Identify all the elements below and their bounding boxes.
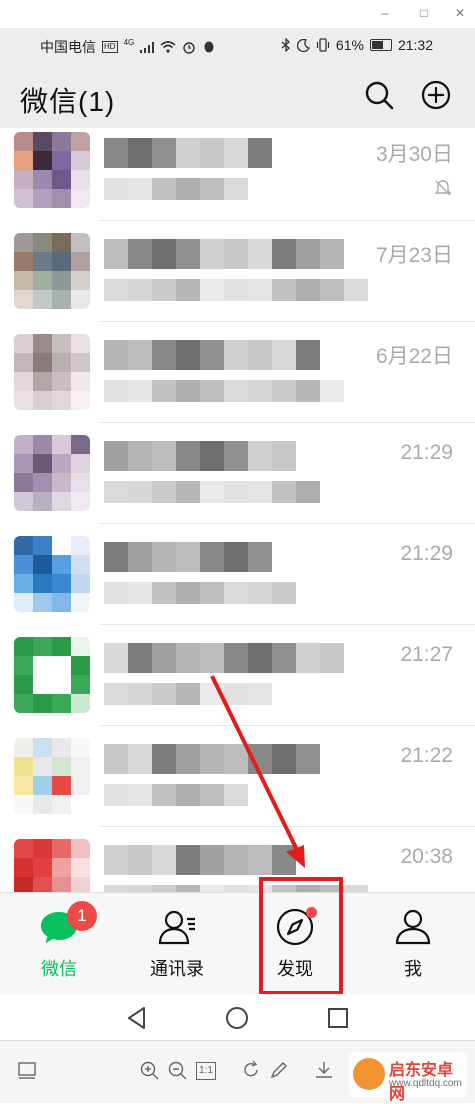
chat-avatar [14,435,90,511]
tab-label-contacts: 通讯录 [150,959,204,979]
chat-name-redacted [104,138,272,168]
bluetooth-icon [281,38,290,52]
chat-time: 21:29 [400,542,453,565]
chat-preview-redacted [104,784,248,806]
battery-percent: 61% [335,37,364,53]
site-watermark: 启东安卓网 www.qdltdq.com [349,1052,467,1103]
tab-label-chats: 微信 [41,959,77,979]
minimize-button[interactable]: – [375,4,395,22]
chat-avatar [14,839,90,892]
chat-avatar [14,738,90,814]
chat-avatar [14,637,90,713]
unread-badge: 1 [67,901,97,931]
page-title: 微信(1) [20,86,116,117]
actual-size-button[interactable]: 1:1 [196,1062,216,1080]
tab-label-me: 我 [404,959,422,979]
back-icon[interactable] [123,1004,151,1032]
chat-avatar [14,132,90,208]
chat-preview-redacted [104,481,320,503]
alarm-icon [183,42,195,54]
chat-time: 7月23日 [375,244,453,267]
vibrate-icon [316,38,330,52]
chat-avatar [14,334,90,410]
chat-row[interactable]: 7月23日 [0,221,475,322]
chat-row[interactable]: 21:22 [0,726,475,827]
chat-preview-redacted [104,380,344,402]
watermark-url: www.qdltdq.com [389,1078,462,1089]
plus-circle-icon[interactable] [420,79,452,111]
contacts-icon [158,910,195,945]
chat-name-redacted [104,744,320,774]
chat-name-redacted [104,340,320,370]
tab-contacts[interactable]: 通讯录 [118,893,236,995]
android-nav-bar [0,994,475,1040]
chat-time: 3月30日 [375,143,453,166]
recents-icon[interactable] [324,1004,352,1032]
mute-bell-icon [434,180,452,196]
download-icon[interactable] [313,1059,335,1081]
status-bar: 中国电信 HD 4G 61% 21:32 [0,28,475,62]
chat-time: 21:29 [400,441,453,464]
chat-time: 20:38 [400,845,453,868]
chat-name-redacted [104,239,344,269]
chat-time: 6月22日 [375,345,453,368]
window-title-bar: – □ ✕ [0,0,475,28]
tab-chats[interactable]: 1 微信 [0,893,118,995]
chat-time: 21:27 [400,643,453,666]
do-not-disturb-moon-icon [296,38,310,52]
chat-preview-redacted [104,683,272,705]
search-icon[interactable] [363,79,395,111]
chat-name-redacted [104,845,296,875]
chat-avatar [14,233,90,309]
status-time: 21:32 [397,37,433,53]
chat-preview-redacted [104,279,368,301]
chat-preview-redacted [104,582,296,604]
carrier-label: 中国电信 [40,39,96,55]
chat-row[interactable]: 3月30日 [0,128,475,221]
chat-row[interactable]: 6月22日 [0,322,475,423]
chat-preview-redacted [104,178,248,200]
battery-icon [369,39,392,51]
signal-icon [140,41,155,53]
chat-row[interactable]: 21:29 [0,423,475,524]
watermark-logo-icon [353,1058,385,1090]
app-header: 微信(1) [0,62,475,128]
home-icon[interactable] [223,1004,251,1032]
zoom-out-icon[interactable] [166,1059,188,1081]
chat-avatar [14,536,90,612]
person-icon [395,909,431,945]
zoom-in-icon[interactable] [138,1059,160,1081]
close-button[interactable]: ✕ [450,4,470,22]
qq-penguin-icon [204,41,214,53]
chat-list[interactable]: 3月30日 7月23日 6月22日 21:29 21:29 21:27 21:22 20:38 [0,128,475,892]
chat-name-redacted [104,441,296,471]
rotate-icon[interactable] [240,1059,262,1081]
pencil-icon[interactable] [268,1059,290,1081]
hd-badge: HD [102,41,118,53]
tab-me[interactable]: 我 [354,893,472,995]
chat-time: 21:22 [400,744,453,767]
highlight-box [259,877,343,995]
thumbnail-icon[interactable] [16,1059,38,1081]
maximize-button[interactable]: □ [414,4,434,22]
bottom-tab-bar: 1 微信 通讯录 发现 我 [0,892,475,995]
chat-row[interactable]: 21:29 [0,524,475,625]
chat-name-redacted [104,542,272,572]
wifi-icon [160,41,176,53]
network-gen-label: 4G [123,37,135,47]
chat-row[interactable]: 21:27 [0,625,475,726]
chat-row[interactable]: 20:38 [0,827,475,892]
chat-name-redacted [104,643,344,673]
